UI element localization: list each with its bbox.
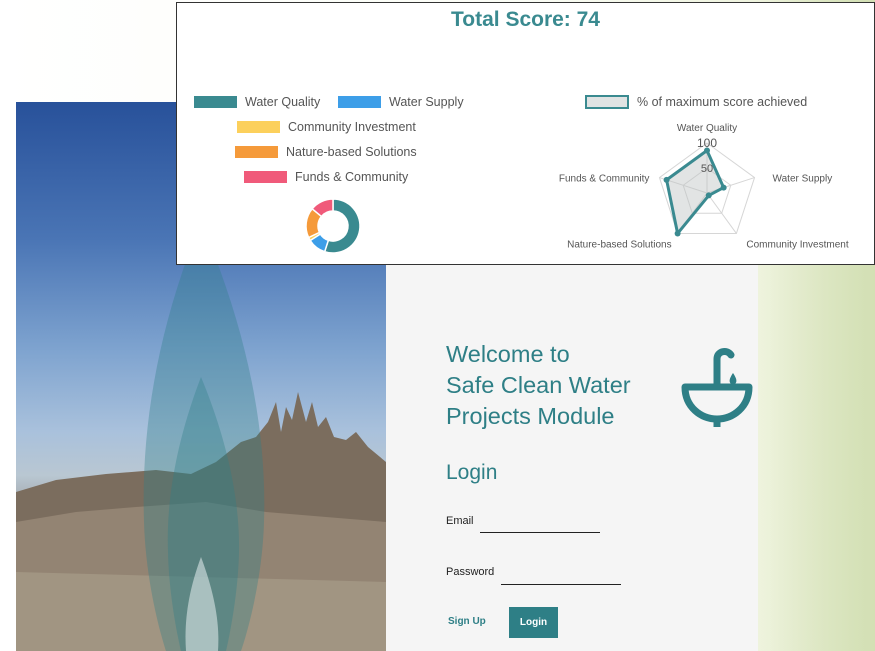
radar-axis-label: Water Quality [677,123,737,134]
legend-swatch [338,96,381,108]
email-field[interactable] [480,516,600,533]
legend-label: Community Investment [288,120,416,134]
radar-axis-label: Funds & Community [559,174,650,185]
legend-swatch [235,146,278,158]
login-heading: Login [446,461,498,484]
score-doughnut-chart [305,198,361,254]
radar-legend-label: % of maximum score achieved [637,95,808,109]
radar-point[interactable] [674,230,681,237]
radar-axis-label: Community Investment [746,239,848,250]
legend-label: Water Quality [245,95,321,109]
password-field[interactable] [501,568,621,585]
umbrella-water-drop-icon [681,348,753,427]
legend-swatch [244,171,287,183]
radar-axis-label: Nature-based Solutions [567,239,672,250]
password-label: Password [446,566,495,578]
email-label: Email [446,515,474,527]
radar-axis-label: Water Supply [773,174,833,185]
total-score-title: Total Score: 74 [451,8,600,31]
welcome-line-2: Safe Clean Water [446,372,631,398]
welcome-heading: Welcome to Safe Clean Water Projects Mod… [446,339,676,432]
legend-swatch [194,96,237,108]
legend-label: Water Supply [389,95,464,109]
legend-swatch [237,121,280,133]
radar-point[interactable] [705,192,712,199]
welcome-line-3: Projects Module [446,403,615,429]
legend-label: Nature-based Solutions [286,145,417,159]
legend-item-water-supply[interactable]: Water Supply [338,95,464,109]
legend-label: Funds & Community [295,170,409,184]
welcome-line-1: Welcome to [446,341,570,367]
login-button[interactable]: Login [509,607,558,638]
radar-point[interactable] [720,184,727,191]
legend-item-community-investment[interactable]: Community Investment [237,120,416,134]
score-radar-chart: 100 50 Water Quality Water Supply Community … [559,123,849,250]
radar-legend-swatch [585,95,629,109]
legend-item-funds-community[interactable]: Funds & Community [244,170,408,184]
radar-legend-item[interactable]: % of maximum score achieved [585,95,807,109]
radar-point[interactable] [663,176,670,183]
legend-item-water-quality[interactable]: Water Quality [194,95,320,109]
radar-tick-label: 100 [697,136,717,150]
legend-item-nature-based-solutions[interactable]: Nature-based Solutions [235,145,417,159]
login-panel: Welcome to Safe Clean Water Projects Mod… [386,265,758,651]
radar-tick-label: 50 [701,163,713,175]
score-card: Total Score: 74 Water Quality Water Supp… [176,2,875,265]
sign-up-button[interactable]: Sign Up [448,616,486,627]
radar-series-area [665,149,726,235]
